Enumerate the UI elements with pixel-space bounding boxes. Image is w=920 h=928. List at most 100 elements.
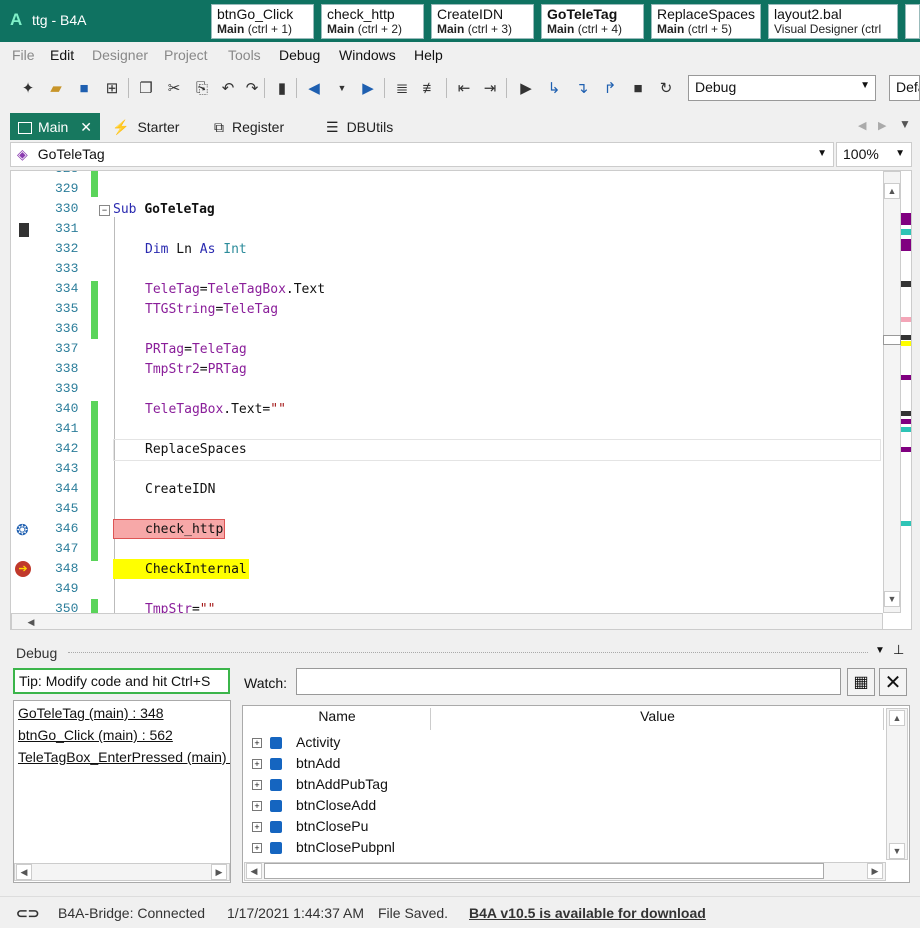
- save-all-icon[interactable]: ⊞: [102, 78, 122, 98]
- close-icon[interactable]: ✕: [80, 119, 92, 135]
- quick-tab-btngo-click[interactable]: btnGo_Click Main (ctrl + 1): [211, 4, 314, 39]
- editor-scroll-thumb[interactable]: [883, 335, 901, 345]
- breakpoint-icon[interactable]: ❂: [16, 521, 29, 539]
- sub-select[interactable]: ◈ GoTeleTag ▼: [10, 142, 834, 167]
- indent-icon[interactable]: ⇥: [480, 78, 500, 98]
- uncomment-icon[interactable]: ≢: [420, 78, 440, 98]
- expand-icon[interactable]: +: [252, 759, 262, 770]
- copy-icon[interactable]: ❐: [136, 78, 156, 98]
- scroll-up-icon[interactable]: ▲: [889, 710, 905, 726]
- app-logo-icon: A: [10, 10, 23, 29]
- watch-input[interactable]: [296, 668, 841, 695]
- grid-scroll-thumb[interactable]: [264, 863, 824, 879]
- editor-gutter[interactable]: [11, 171, 45, 629]
- tab-dbutils[interactable]: ☰ DBUtils: [318, 113, 401, 140]
- column-header-name[interactable]: Name: [244, 708, 431, 730]
- variable-row[interactable]: + btnAddPubTag: [252, 776, 388, 792]
- step-over-icon[interactable]: ↴: [572, 78, 592, 98]
- fold-toggle-icon[interactable]: −: [99, 205, 110, 216]
- expand-icon[interactable]: +: [252, 843, 262, 854]
- quick-tab-replacespaces[interactable]: ReplaceSpaces Main (ctrl + 5): [651, 4, 761, 39]
- menu-edit[interactable]: Edit: [50, 47, 74, 63]
- grid-vertical-scrollbar[interactable]: [886, 708, 908, 860]
- panel-menu-icon[interactable]: ▼: [875, 645, 885, 656]
- app-title: ttg - B4A: [32, 12, 87, 28]
- code-editor[interactable]: ❂ ➔ 328 329 330 331 332 333 334 335 336 …: [10, 170, 912, 630]
- menu-debug[interactable]: Debug: [279, 47, 320, 63]
- quick-tab-check-http[interactable]: check_http Main (ctrl + 2): [321, 4, 424, 39]
- step-into-icon[interactable]: ↳: [544, 78, 564, 98]
- variable-row[interactable]: + btnClosePu: [252, 818, 368, 834]
- tab-register[interactable]: ⧉ Register: [206, 113, 292, 140]
- stop-icon[interactable]: ■: [628, 78, 648, 98]
- scroll-down-icon[interactable]: ▼: [889, 843, 905, 859]
- quick-tab-createidn[interactable]: CreateIDN Main (ctrl + 3): [431, 4, 534, 39]
- paste-icon[interactable]: ⎘: [192, 78, 212, 98]
- call-stack-item[interactable]: GoTeleTag (main) : 348: [18, 705, 164, 721]
- menu-project[interactable]: Project: [164, 47, 208, 63]
- call-stack-item[interactable]: TeleTagBox_EnterPressed (main) :: [18, 749, 230, 765]
- open-folder-icon[interactable]: ▰: [46, 78, 66, 98]
- comment-icon[interactable]: ≣: [392, 78, 412, 98]
- quick-tab-overflow[interactable]: [905, 4, 920, 39]
- save-icon[interactable]: ■: [74, 78, 94, 98]
- undo-icon[interactable]: ↶: [218, 78, 238, 98]
- calculator-icon[interactable]: ▦: [847, 668, 875, 696]
- quick-tab-goteletag[interactable]: GoTeleTag Main (ctrl + 4): [541, 4, 644, 39]
- toolbar-separator: [446, 78, 447, 98]
- navigate-back-icon[interactable]: ◀: [304, 78, 324, 98]
- tab-main[interactable]: Main ✕: [10, 113, 100, 140]
- bookmark-icon[interactable]: ▮: [272, 78, 292, 98]
- expand-icon[interactable]: +: [252, 738, 262, 749]
- variable-name: btnCloseAdd: [296, 797, 377, 813]
- build-mode-select[interactable]: Debug ▼: [688, 75, 876, 101]
- navigate-forward-icon[interactable]: ▶: [358, 78, 378, 98]
- config-select[interactable]: Defa: [889, 75, 920, 101]
- redo-icon[interactable]: ↷: [242, 78, 262, 98]
- expand-icon[interactable]: +: [252, 822, 262, 833]
- quick-tab-layout2-bal[interactable]: layout2.bal Visual Designer (ctrl: [768, 4, 898, 39]
- zoom-select[interactable]: 100% ▼: [836, 142, 912, 167]
- stack-horizontal-scrollbar[interactable]: [14, 863, 230, 881]
- update-available-link[interactable]: B4A v10.5 is available for download: [469, 905, 706, 921]
- scroll-left-icon[interactable]: ◀: [246, 863, 262, 879]
- tab-list-icon[interactable]: ▼: [899, 117, 911, 131]
- editor-vertical-scrollbar[interactable]: [883, 171, 901, 613]
- cut-icon[interactable]: ✂: [164, 78, 184, 98]
- chevron-down-icon[interactable]: ▼: [332, 78, 352, 98]
- object-icon: [270, 821, 282, 834]
- tab-scroll-left-icon[interactable]: ◀: [858, 119, 866, 132]
- menu-tools[interactable]: Tools: [228, 47, 261, 63]
- tab-starter[interactable]: ⚡ Starter: [104, 113, 187, 140]
- column-header-value[interactable]: Value: [432, 708, 884, 730]
- variable-row[interactable]: + btnCloseAdd: [252, 797, 376, 813]
- scroll-left-icon[interactable]: ◀: [16, 864, 32, 880]
- sub-select-value: GoTeleTag: [37, 146, 105, 162]
- tab-scroll-right-icon[interactable]: ▶: [878, 119, 886, 132]
- scroll-right-icon[interactable]: ▶: [211, 864, 227, 880]
- expand-icon[interactable]: +: [252, 801, 262, 812]
- variables-grid[interactable]: [242, 705, 910, 883]
- variable-row[interactable]: + btnClosePubpnl: [252, 839, 395, 855]
- scroll-down-icon[interactable]: ▼: [884, 591, 900, 607]
- menu-designer[interactable]: Designer: [92, 47, 148, 63]
- new-file-icon[interactable]: ✦: [18, 78, 38, 98]
- run-icon[interactable]: ▶: [516, 78, 536, 98]
- clear-watch-icon[interactable]: ✕: [879, 668, 907, 696]
- variable-row[interactable]: + btnAdd: [252, 755, 340, 771]
- restart-icon[interactable]: ↻: [656, 78, 676, 98]
- variable-row[interactable]: + Activity: [252, 734, 340, 750]
- scroll-right-icon[interactable]: ▶: [867, 863, 883, 879]
- bookmark-marker-icon[interactable]: [19, 223, 29, 237]
- call-stack-item[interactable]: btnGo_Click (main) : 562: [18, 727, 173, 743]
- menu-help[interactable]: Help: [414, 47, 443, 63]
- menu-file[interactable]: File: [12, 47, 35, 63]
- outdent-icon[interactable]: ⇤: [454, 78, 474, 98]
- editor-horizontal-scrollbar[interactable]: [11, 613, 883, 629]
- pin-icon[interactable]: ⊥: [893, 642, 904, 658]
- menu-windows[interactable]: Windows: [339, 47, 396, 63]
- scroll-left-icon[interactable]: ◀: [23, 614, 39, 629]
- expand-icon[interactable]: +: [252, 780, 262, 791]
- step-out-icon[interactable]: ↱: [600, 78, 620, 98]
- scroll-up-icon[interactable]: ▲: [884, 183, 900, 199]
